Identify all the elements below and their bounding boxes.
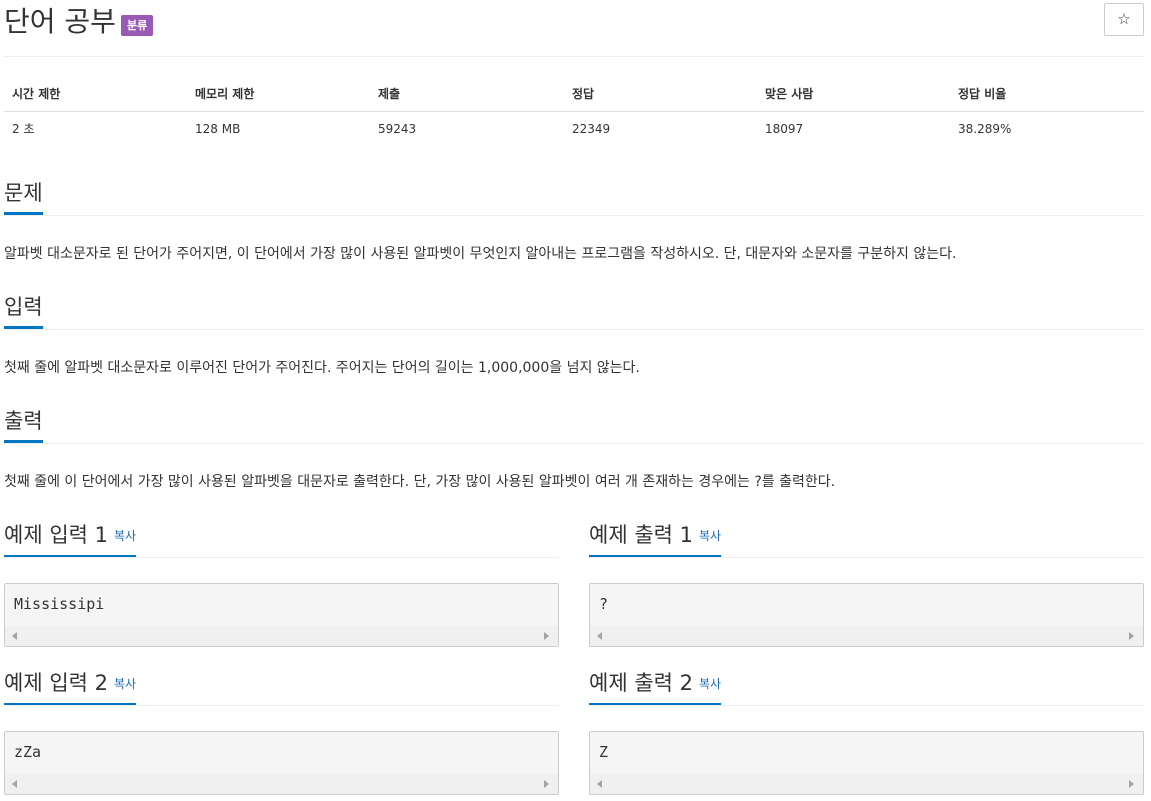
title-divider <box>4 56 1144 57</box>
star-icon: ☆ <box>1117 11 1131 28</box>
header-accepted: 정답 <box>564 76 757 112</box>
horizontal-scrollbar[interactable] <box>590 774 1143 794</box>
section-divider <box>4 329 1144 330</box>
section-divider <box>4 443 1144 444</box>
sample-output-2-title: 예제 출력 2 <box>589 671 693 695</box>
section-divider <box>4 705 559 706</box>
header-time-limit: 시간 제한 <box>4 76 187 112</box>
page-title: 단어 공부 <box>4 5 116 38</box>
sample-input-2-content: zZa <box>14 743 42 761</box>
output-heading: 출력 <box>4 406 43 443</box>
scroll-left-icon[interactable] <box>597 780 602 788</box>
section-divider <box>589 705 1144 706</box>
problem-header: 단어 공부 분류 ☆ <box>0 0 1151 56</box>
scroll-right-icon[interactable] <box>1129 632 1134 640</box>
sample-output-2-heading: 예제 출력 2 복사 <box>589 668 1144 708</box>
header-accept-ratio: 정답 비율 <box>950 76 1144 112</box>
value-submissions: 59243 <box>378 121 417 136</box>
category-badge[interactable]: 분류 <box>121 15 154 36</box>
description-section-heading: 문제 <box>4 178 1144 218</box>
table-row: 2 초 128 MB 59243 22349 18097 38.289% <box>4 111 1144 146</box>
horizontal-scrollbar[interactable] <box>5 774 558 794</box>
output-section-heading: 출력 <box>4 406 1144 446</box>
sample-input-2-title: 예제 입력 2 <box>4 671 108 695</box>
sample-output-1-title: 예제 출력 1 <box>589 523 693 547</box>
header-submissions: 제출 <box>370 76 564 112</box>
horizontal-scrollbar[interactable] <box>5 626 558 646</box>
sample-output-2-box[interactable]: Z <box>589 731 1144 795</box>
sample-input-2-heading: 예제 입력 2 복사 <box>4 668 559 708</box>
scroll-right-icon[interactable] <box>544 632 549 640</box>
copy-sample-input-2-button[interactable]: 복사 <box>114 677 136 691</box>
sample-input-1-content: Mississipi <box>14 595 105 613</box>
sample-input-1-box[interactable]: Mississipi <box>4 583 559 647</box>
section-divider <box>4 215 1144 216</box>
value-time-limit: 2 초 <box>12 122 35 137</box>
sample-output-2-content: Z <box>599 743 609 761</box>
output-text: 첫째 줄에 이 단어에서 가장 많이 사용된 알파벳을 대문자로 출력한다. 단… <box>4 474 836 490</box>
header-solved-users: 맞은 사람 <box>757 76 950 112</box>
copy-sample-output-2-button[interactable]: 복사 <box>699 677 721 691</box>
sample-output-1-box[interactable]: ? <box>589 583 1144 647</box>
description-heading: 문제 <box>4 178 43 215</box>
section-divider <box>589 557 1144 558</box>
scroll-left-icon[interactable] <box>597 632 602 640</box>
scroll-left-icon[interactable] <box>12 632 17 640</box>
header-memory-limit: 메모리 제한 <box>187 76 370 112</box>
value-solved-users: 18097 <box>765 121 804 136</box>
copy-sample-input-1-button[interactable]: 복사 <box>114 529 136 543</box>
table-header-row: 시간 제한 메모리 제한 제출 정답 맞은 사람 정답 비율 <box>4 76 1144 112</box>
input-text: 첫째 줄에 알파벳 대소문자로 이루어진 단어가 주어진다. 주어지는 단어의 … <box>4 360 640 376</box>
value-memory-limit: 128 MB <box>195 121 241 136</box>
input-heading: 입력 <box>4 292 43 329</box>
horizontal-scrollbar[interactable] <box>590 626 1143 646</box>
scroll-right-icon[interactable] <box>1129 780 1134 788</box>
scroll-right-icon[interactable] <box>544 780 549 788</box>
input-section-heading: 입력 <box>4 292 1144 332</box>
description-text: 알파벳 대소문자로 된 단어가 주어지면, 이 단어에서 가장 많이 사용된 알… <box>4 246 957 262</box>
problem-info-table: 시간 제한 메모리 제한 제출 정답 맞은 사람 정답 비율 2 초 128 M… <box>4 76 1144 146</box>
scroll-left-icon[interactable] <box>12 780 17 788</box>
sample-input-1-title: 예제 입력 1 <box>4 523 108 547</box>
value-accept-ratio: 38.289% <box>958 121 1012 136</box>
sample-output-1-heading: 예제 출력 1 복사 <box>589 520 1144 560</box>
copy-sample-output-1-button[interactable]: 복사 <box>699 529 721 543</box>
value-accepted: 22349 <box>572 121 611 136</box>
sample-input-2-box[interactable]: zZa <box>4 731 559 795</box>
sample-input-1-heading: 예제 입력 1 복사 <box>4 520 559 560</box>
star-button[interactable]: ☆ <box>1104 3 1144 36</box>
sample-output-1-content: ? <box>599 595 609 613</box>
section-divider <box>4 557 559 558</box>
